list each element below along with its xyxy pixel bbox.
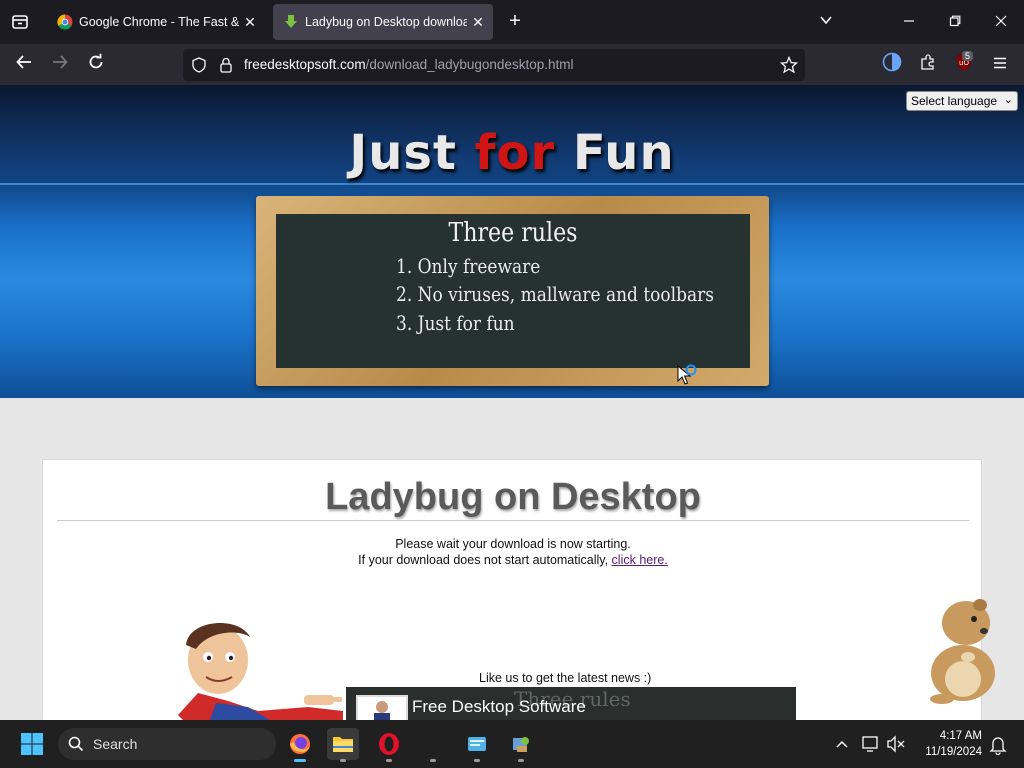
notification-bell-icon[interactable] xyxy=(982,728,1014,760)
lock-icon[interactable] xyxy=(219,57,233,73)
search-icon xyxy=(68,736,84,752)
tab-title: Ladybug on Desktop download xyxy=(305,15,467,29)
address-bar[interactable]: freedesktopsoft.com/download_ladybugonde… xyxy=(183,49,805,81)
system-clock[interactable]: 4:17 AM 11/19/2024 xyxy=(916,728,982,760)
minimize-icon[interactable] xyxy=(897,10,921,34)
site-header: Just for Fun Select language ⌄ Three rul… xyxy=(0,85,1024,398)
start-windows-icon[interactable] xyxy=(16,728,48,760)
click-here-link[interactable]: click here. xyxy=(612,553,668,567)
extensions-puzzle-icon[interactable] xyxy=(915,52,941,78)
tab-list-icon[interactable] xyxy=(8,10,32,34)
tab-bar: Google Chrome - The Fast & Se ✕ Ladybug … xyxy=(0,0,1024,44)
facebook-page-widget[interactable]: Three rules Free Desktop Software xyxy=(346,687,796,720)
fallback-prefix: If your download does not start automati… xyxy=(358,553,612,567)
hamster-mascot-icon xyxy=(930,599,995,704)
file-explorer-icon[interactable] xyxy=(327,728,359,762)
shield-icon[interactable] xyxy=(191,57,207,73)
taskbar-search[interactable]: Search xyxy=(58,728,276,760)
superhero-mascot-icon xyxy=(178,623,343,720)
rule-item: 1. Only freeware xyxy=(396,254,541,278)
app-menu-hamburger-icon[interactable] xyxy=(987,52,1013,78)
search-label: Search xyxy=(93,736,138,752)
close-window-icon[interactable] xyxy=(989,10,1013,34)
close-tab-icon[interactable]: ✕ xyxy=(239,14,261,31)
back-arrow-icon[interactable] xyxy=(11,52,37,78)
chalkboard-frame: Three rules 1. Only freeware 2. No virus… xyxy=(256,196,769,386)
tab-ladybug-download[interactable]: Ladybug on Desktop download ✕ xyxy=(273,4,493,40)
fb-page-name[interactable]: Free Desktop Software xyxy=(412,697,586,717)
list-all-tabs-icon[interactable] xyxy=(814,10,838,34)
windows-taskbar: Search 4:17 AM 11/19/2024 xyxy=(0,720,1024,768)
tab-google-chrome[interactable]: Google Chrome - The Fast & Se ✕ xyxy=(47,4,265,40)
new-tab-button[interactable]: + xyxy=(504,10,526,32)
header-divider xyxy=(0,183,1024,185)
page-title: Ladybug on Desktop xyxy=(325,476,701,518)
bookmark-star-icon[interactable] xyxy=(780,56,798,74)
blank-app-icon[interactable] xyxy=(417,728,449,762)
site-title-just: Just xyxy=(349,125,475,181)
close-tab-icon[interactable]: ✕ xyxy=(467,14,489,31)
ladybug-installer-icon[interactable] xyxy=(505,728,537,762)
reload-icon[interactable] xyxy=(83,52,109,78)
chevron-down-icon: ⌄ xyxy=(1003,94,1013,106)
site-title: Just for Fun xyxy=(0,125,1024,181)
chalkboard: Three rules 1. Only freeware 2. No virus… xyxy=(276,214,750,368)
forward-arrow-icon[interactable] xyxy=(47,52,73,78)
download-arrow-icon xyxy=(285,15,297,28)
rule-item: 3. Just for fun xyxy=(396,311,515,335)
opera-icon[interactable] xyxy=(373,728,405,762)
like-text: Like us to get the latest news :) xyxy=(479,671,652,685)
firefox-icon[interactable] xyxy=(284,728,316,762)
chrome-icon xyxy=(57,14,73,30)
url-domain: freedesktopsoft.com xyxy=(244,57,366,72)
site-title-fun: Fun xyxy=(555,125,675,181)
fallback-message: If your download does not start automati… xyxy=(43,553,983,567)
navigation-toolbar: freedesktopsoft.com/download_ladybugonde… xyxy=(0,44,1024,85)
extension-badge-count: 5 xyxy=(962,51,974,61)
restore-icon[interactable] xyxy=(943,10,967,34)
tab-title: Google Chrome - The Fast & Se xyxy=(79,15,239,29)
title-divider xyxy=(57,520,969,521)
chalkboard-title: Three rules xyxy=(448,218,578,248)
wait-message: Please wait your download is now startin… xyxy=(395,537,631,551)
url-path: /download_ladybugondesktop.html xyxy=(365,57,574,72)
notepad-icon[interactable] xyxy=(461,728,493,762)
fb-page-avatar[interactable] xyxy=(356,695,408,720)
clock-time: 4:17 AM xyxy=(939,730,982,742)
busy-cursor-icon xyxy=(677,364,697,385)
web-page: Just for Fun Select language ⌄ Three rul… xyxy=(0,85,1024,720)
volume-muted-icon[interactable] xyxy=(880,728,912,760)
url-text[interactable]: freedesktopsoft.com/download_ladybugonde… xyxy=(244,57,573,72)
clock-date: 11/19/2024 xyxy=(925,746,982,758)
site-title-for: for xyxy=(474,125,556,181)
language-select[interactable]: Select language ⌄ xyxy=(906,91,1018,111)
privacy-half-circle-icon[interactable] xyxy=(879,52,905,78)
language-select-label: Select language xyxy=(911,94,998,108)
chevron-up-icon[interactable] xyxy=(826,728,858,760)
rule-item: 2. No viruses, mallware and toolbars xyxy=(396,282,714,306)
